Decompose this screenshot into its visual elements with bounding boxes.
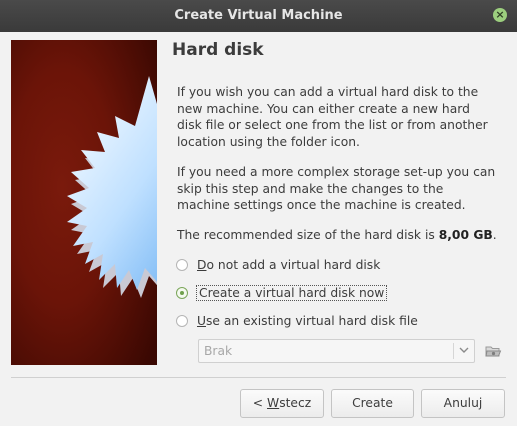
complex-setup-text: If you need a more complex storage set-u…: [177, 165, 496, 212]
combo-separator: [453, 343, 454, 359]
option-existing-disk-rest: se an existing virtual hard disk file: [206, 314, 418, 328]
page-heading: Hard disk: [172, 40, 264, 60]
button-divider: [11, 377, 506, 378]
back-button-rest: stecz: [279, 396, 312, 410]
back-button-mnemonic: W: [267, 396, 280, 410]
option-create-disk[interactable]: Create a virtual hard disk now: [176, 283, 388, 303]
radio-existing-disk[interactable]: [176, 315, 188, 327]
option-no-disk[interactable]: Do not add a virtual hard disk: [176, 255, 380, 275]
title-bar[interactable]: Create Virtual Machine ×: [0, 0, 517, 32]
starburst-image: [11, 40, 157, 365]
option-existing-disk-mnemonic: U: [197, 314, 207, 328]
recommended-prefix: The recommended size of the hard disk is: [177, 228, 439, 242]
option-existing-disk[interactable]: Use an existing virtual hard disk file: [176, 311, 418, 331]
existing-disk-select[interactable]: Brak: [198, 339, 475, 363]
recommended-size-text: The recommended size of the hard disk is…: [177, 227, 497, 244]
back-button[interactable]: < Wstecz: [240, 389, 324, 418]
close-icon[interactable]: ×: [493, 8, 507, 22]
intro-text: If you wish you can add a virtual hard d…: [177, 85, 488, 149]
option-existing-disk-label: Use an existing virtual hard disk file: [197, 314, 418, 328]
window-title: Create Virtual Machine: [174, 8, 343, 23]
back-button-prefix: <: [252, 396, 268, 410]
radio-no-disk[interactable]: [176, 259, 188, 271]
recommended-suffix: .: [492, 228, 497, 242]
cancel-button[interactable]: Anuluj: [421, 389, 505, 418]
option-create-disk-label: Create a virtual hard disk now: [195, 285, 388, 301]
dialog-window: Create Virtual Machine × Hard disk If yo…: [0, 0, 517, 426]
existing-disk-select-value: Brak: [204, 344, 233, 358]
create-button[interactable]: Create: [331, 389, 414, 418]
radio-create-disk[interactable]: [176, 287, 188, 299]
recommended-size-value: 8,00 GB: [438, 228, 493, 242]
option-no-disk-label: Do not add a virtual hard disk: [197, 258, 380, 272]
option-no-disk-rest: o not add a virtual hard disk: [206, 258, 381, 272]
folder-open-icon[interactable]: [484, 342, 502, 360]
chevron-down-icon[interactable]: [458, 344, 470, 356]
